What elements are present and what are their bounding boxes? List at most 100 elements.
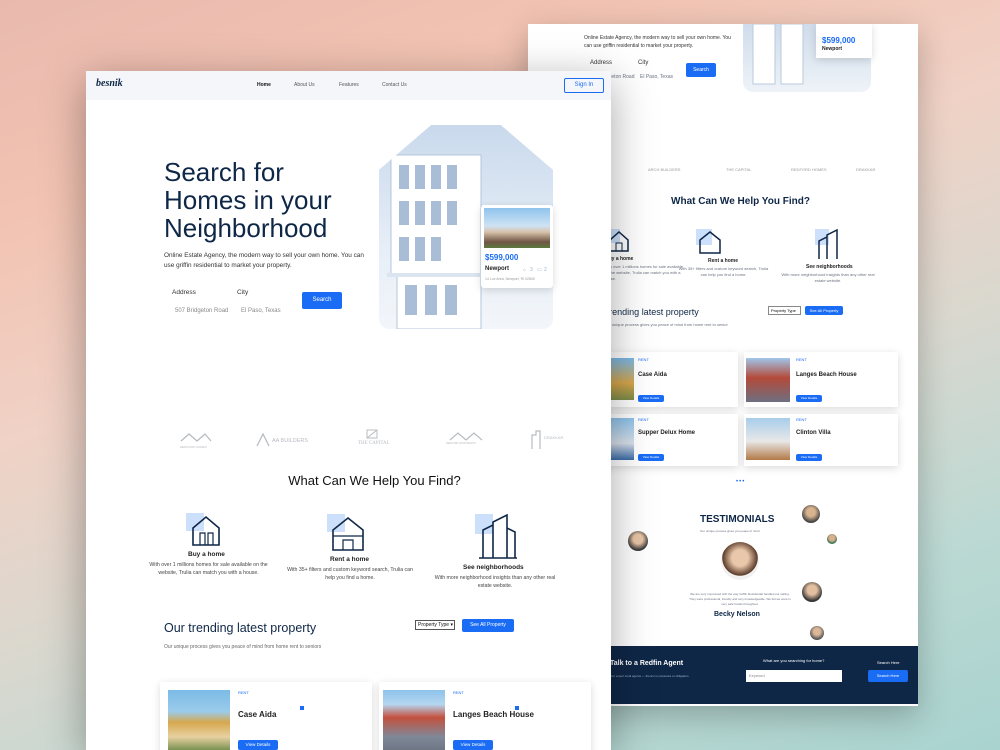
back-listing-card[interactable]: RENT Supper Delux Home View Details [604,414,738,466]
listing-name: Langes Beach House [453,710,534,719]
reviewer-avatar[interactable] [628,531,648,551]
hero-description: Online Estate Agency, the modern way to … [164,252,364,269]
brand-logo-redford-apartments: REDFORD APARTMENTS [446,430,486,445]
help-section-title: What Can We Help You Find? [288,473,461,488]
back-brand-logo: DRAKKAR [856,167,876,172]
back-brand-logo: ARCH BUILDERS [648,167,681,172]
back-view-details-button[interactable]: View Details [796,395,822,402]
nav-about-us[interactable]: About Us [294,82,315,88]
service-title-buy: Buy a home [188,551,225,558]
property-type-select[interactable]: Property Type ▾ [415,620,455,630]
featured-location: Newport [485,266,509,272]
trending-subtitle: Our unique process gives you peace of mi… [164,644,322,650]
see-all-property-button[interactable]: See All Property [462,619,514,632]
brand-name: REDFORD APARTMENTS [446,442,476,445]
favorite-icon[interactable] [300,706,304,710]
brand-logo-drakkar [530,429,542,449]
back-rent-home-icon [696,229,724,255]
reviewer-avatar[interactable] [810,626,824,640]
back-listing-image [746,418,790,460]
cta-title: Talk to a Redfin Agent [610,660,684,667]
back-testimonials-title: TESTIMONIALS [700,514,775,525]
back-see-all-button[interactable]: See All Property [805,306,843,315]
sign-in-button[interactable]: Sign In [564,78,604,93]
back-listing-card[interactable]: RENT Case Aida View Details [604,352,738,407]
listing-tag: RENT [453,690,464,695]
back-listing-tag: RENT [796,357,807,362]
search-button[interactable]: Search [302,292,342,309]
cta-search-label: Search Here [877,660,900,665]
reviewer-avatar[interactable] [802,582,822,602]
service-desc-rent: With 35+ filters and custom keyword sear… [287,567,413,581]
back-city-label: City [638,60,649,66]
back-property-type-select[interactable]: Property Type [768,306,801,315]
nav-contact-us[interactable]: Contact Us [382,82,407,88]
back-pagination-dots[interactable]: ••• [736,479,745,485]
city-label: City [237,289,249,296]
reviewer-avatar[interactable] [802,505,820,523]
city-input[interactable]: El Paso, Texas [241,308,281,314]
back-view-details-button[interactable]: View Details [796,454,822,461]
back-listing-name: Case Aida [638,372,667,378]
nav-home[interactable]: Home [257,82,271,88]
back-hero-text: Online Estate Agency, the modern way to … [584,35,731,49]
featured-property-card[interactable]: $599,000 Newport ⌂ 3 ▭ 2 14 Lux Area, Ne… [481,205,553,288]
baths-count: 2 [544,267,547,273]
neighborhood-icon [475,514,519,560]
bed-icon: ⌂ [523,267,527,273]
testimonial-quote: We are very impressed with the way Griff… [689,592,791,606]
back-city-value[interactable]: El Paso, Texas [640,74,673,80]
view-details-button[interactable]: View Details [453,740,493,750]
back-price: $599,000 [822,36,856,45]
buy-home-icon [186,513,228,547]
back-listing-card[interactable]: RENT Langes Beach House View Details [744,352,898,407]
address-input[interactable]: 507 Bridgeton Road [175,308,228,314]
listing-tag: RENT [238,690,249,695]
brand-logo-redford-homes: REDFORD HOMES [180,431,212,449]
listing-card[interactable]: RENT Case Aida View Details [160,682,372,750]
featured-property-image [484,208,550,248]
hero-title-line-3: Neighborhood [164,213,328,243]
back-neighborhood-icon [815,229,843,261]
back-view-details-button[interactable]: View Details [638,454,664,461]
service-title-neighborhoods: See neighborhoods [463,564,524,571]
featured-reviewer-avatar [721,542,759,580]
back-listing-name: Supper Delux Home [638,430,696,436]
view-details-button[interactable]: View Details [238,740,278,750]
reviewer-avatar[interactable] [827,534,837,544]
chevron-down-icon: ▾ [450,622,453,628]
back-search-button[interactable]: Search [686,63,716,77]
testimonial-name: Becky Nelson [714,611,760,618]
service-desc-neighborhoods: With more neighborhood insights than any… [434,575,556,589]
cta-search-button[interactable]: Search Here [868,670,908,682]
back-listing-tag: RENT [796,417,807,422]
back-service-title: Rent a home [708,258,739,264]
listing-image [168,690,230,750]
back-listing-name: Langes Beach House [796,372,857,378]
address-label: Address [172,289,196,296]
beds-count: 3 [530,267,533,273]
back-listing-tag: RENT [638,357,649,362]
back-listing-image [746,358,790,402]
cta-sub: Our expert local agents — there's no pre… [610,674,690,678]
hero-title-line-2: Homes in your [164,185,332,215]
back-listing-card[interactable]: RENT Clinton Villa View Details [744,414,898,466]
bath-icon: ▭ [537,267,542,273]
back-price-card[interactable]: $599,000 Newport [816,24,872,58]
logo[interactable]: besnik [96,78,123,89]
back-view-details-button[interactable]: View Details [638,395,664,402]
featured-price: $599,000 [485,253,519,262]
back-trending-title: Trending latest property [604,307,699,317]
back-brand-logo: THE CAPITAL [726,167,752,172]
back-service-desc: With 35+ filters and custom keyword sear… [678,266,769,277]
cta-keyword-input[interactable]: Keyword [746,670,842,682]
back-location: Newport [822,46,842,52]
back-service-title: See neighborhoods [806,264,853,270]
hero-title-line-1: Search for [164,157,284,187]
nav-features[interactable]: Features [339,82,359,88]
featured-address: 14 Lux Area, Newport, RI 02840 [485,277,535,281]
cta-question: What are you searching for home? [763,658,825,663]
listing-card[interactable]: RENT Langes Beach House View Details [379,682,591,750]
brand-name: REDFORD HOMES [180,445,207,449]
brand-name: THE CAPITAL [358,441,390,446]
